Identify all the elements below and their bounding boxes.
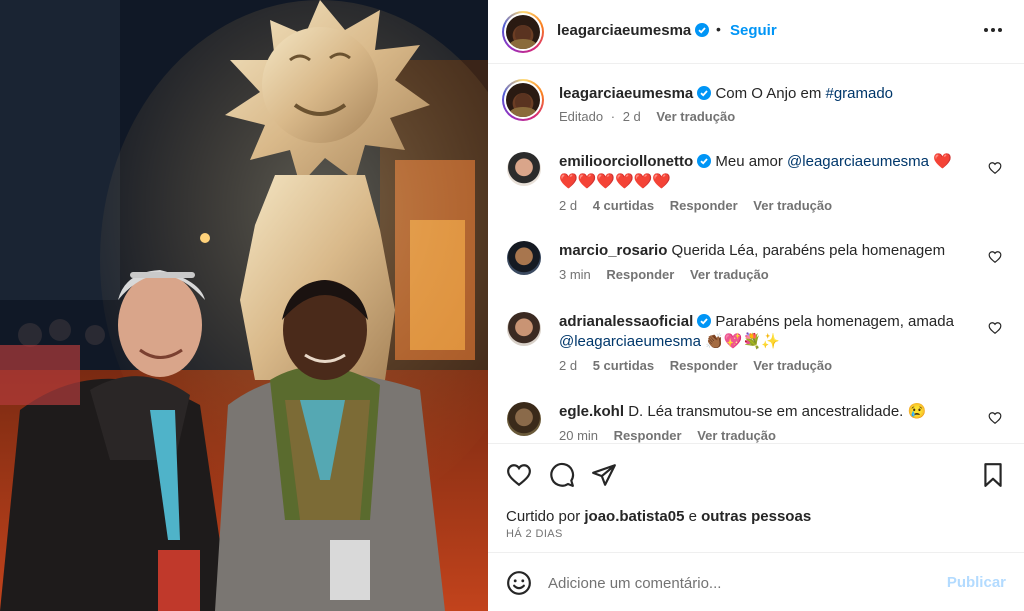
comment-avatar[interactable] bbox=[507, 241, 541, 275]
comment-likes-count[interactable]: 5 curtidas bbox=[593, 358, 654, 373]
caption-meta-separator: · bbox=[610, 109, 616, 124]
comment-meta: 3 min Responder Ver tradução bbox=[559, 267, 769, 282]
comment-time[interactable]: 20 min bbox=[559, 428, 598, 443]
caption-translate-link[interactable]: Ver tradução bbox=[656, 109, 735, 124]
comment-translate-link[interactable]: Ver tradução bbox=[697, 428, 776, 443]
comment-body: Parabéns pela homenagem, amada bbox=[711, 313, 954, 330]
liked-by-middle: e bbox=[684, 508, 702, 525]
author-avatar[interactable] bbox=[502, 11, 544, 53]
caption-edited: Editado bbox=[559, 109, 604, 124]
liked-by-prefix: Curtido por bbox=[506, 508, 585, 525]
comment-avatar[interactable] bbox=[507, 402, 541, 436]
author-username[interactable]: leagarciaeumesma bbox=[557, 22, 691, 39]
comment-translate-link[interactable]: Ver tradução bbox=[690, 267, 769, 282]
comment-avatar[interactable] bbox=[507, 312, 541, 346]
verified-badge-icon bbox=[697, 314, 712, 328]
comment-heart-icon[interactable] bbox=[988, 161, 1002, 175]
comment-author[interactable]: egle.kohl bbox=[559, 403, 624, 420]
comment-time[interactable]: 2 d bbox=[559, 358, 577, 373]
comment-text: marcio_rosario Querida Léa, parabéns pel… bbox=[559, 241, 964, 261]
comment-translate-link[interactable]: Ver tradução bbox=[753, 198, 832, 213]
comment-text: adrianalessaoficial Parabéns pela homena… bbox=[559, 312, 964, 352]
comment-mention[interactable]: @leagarciaeumesma bbox=[559, 333, 701, 350]
comment-body: Meu amor bbox=[711, 153, 788, 170]
comment-heart-icon[interactable] bbox=[988, 411, 1002, 425]
send-icon[interactable] bbox=[591, 462, 617, 488]
more-horizontal-icon[interactable] bbox=[984, 28, 1002, 34]
comment-body: D. Léa transmutou-se em ancestralidade. … bbox=[624, 403, 927, 420]
verified-badge-icon bbox=[695, 23, 710, 37]
heart-icon[interactable] bbox=[506, 462, 532, 488]
bookmark-icon[interactable] bbox=[980, 462, 1006, 488]
comment-input[interactable] bbox=[548, 571, 928, 595]
caption-author-avatar[interactable] bbox=[502, 79, 544, 121]
add-comment-bar: Publicar bbox=[488, 552, 1024, 611]
comment-mention[interactable]: @leagarciaeumesma bbox=[787, 153, 929, 170]
publish-button[interactable]: Publicar bbox=[947, 574, 1006, 591]
comment-author[interactable]: marcio_rosario bbox=[559, 242, 667, 259]
verified-badge-icon bbox=[697, 154, 712, 168]
comment-meta: 2 d 5 curtidas Responder Ver tradução bbox=[559, 358, 832, 373]
comment-meta: 2 d 4 curtidas Responder Ver tradução bbox=[559, 198, 832, 213]
post-header: leagarciaeumesma • Seguir bbox=[488, 0, 1024, 64]
comment-avatar[interactable] bbox=[507, 152, 541, 186]
comment-icon[interactable] bbox=[549, 462, 575, 488]
liked-by-text: Curtido por joao.batista05 e outras pess… bbox=[506, 508, 811, 525]
liked-by-others-link[interactable]: outras pessoas bbox=[701, 508, 811, 525]
comment-reply-button[interactable]: Responder bbox=[670, 358, 738, 373]
post-date[interactable]: HÁ 2 DIAS bbox=[506, 528, 563, 540]
caption-time[interactable]: 2 d bbox=[623, 109, 641, 124]
comment-reply-button[interactable]: Responder bbox=[670, 198, 738, 213]
post-actions: Curtido por joao.batista05 e outras pess… bbox=[488, 443, 1024, 551]
comment-reply-button[interactable]: Responder bbox=[606, 267, 674, 282]
comment-author[interactable]: adrianalessaoficial bbox=[559, 313, 693, 330]
comment-author[interactable]: emilioorciollonetto bbox=[559, 153, 693, 170]
comment-body: Querida Léa, parabéns pela homenagem bbox=[667, 242, 946, 259]
caption-hashtag[interactable]: #gramado bbox=[825, 85, 893, 102]
smiley-icon[interactable] bbox=[506, 570, 532, 596]
comment-body-after: 👏🏾💖💐✨ bbox=[700, 333, 780, 350]
caption-text: leagarciaeumesma Com O Anjo em #gramado bbox=[559, 84, 999, 104]
caption-meta: Editado · 2 d Ver tradução bbox=[559, 109, 735, 124]
comment-meta: 20 min Responder Ver tradução bbox=[559, 428, 776, 443]
comment-text: emilioorciollonetto Meu amor @leagarciae… bbox=[559, 152, 964, 192]
comment-reply-button[interactable]: Responder bbox=[614, 428, 682, 443]
post-photo-illustration bbox=[0, 0, 488, 611]
header-separator: • bbox=[716, 21, 721, 37]
post-photo[interactable] bbox=[0, 0, 488, 611]
comment-time[interactable]: 3 min bbox=[559, 267, 591, 282]
caption-author[interactable]: leagarciaeumesma bbox=[559, 85, 693, 102]
verified-badge-icon bbox=[697, 86, 712, 100]
comment-heart-icon[interactable] bbox=[988, 250, 1002, 264]
comment-likes-count[interactable]: 4 curtidas bbox=[593, 198, 654, 213]
comment-heart-icon[interactable] bbox=[988, 321, 1002, 335]
comment-text: egle.kohl D. Léa transmutou-se em ancest… bbox=[559, 402, 964, 422]
author-username-link[interactable]: leagarciaeumesma bbox=[557, 22, 710, 39]
comment-translate-link[interactable]: Ver tradução bbox=[753, 358, 832, 373]
comment-time[interactable]: 2 d bbox=[559, 198, 577, 213]
caption-body: Com O Anjo em bbox=[715, 85, 826, 102]
comments-list[interactable]: leagarciaeumesma Com O Anjo em #gramado … bbox=[488, 65, 1024, 443]
liked-by-user-link[interactable]: joao.batista05 bbox=[584, 508, 684, 525]
follow-button[interactable]: Seguir bbox=[730, 22, 777, 39]
post-details-panel: leagarciaeumesma • Seguir leagarciaeumes… bbox=[488, 0, 1024, 611]
